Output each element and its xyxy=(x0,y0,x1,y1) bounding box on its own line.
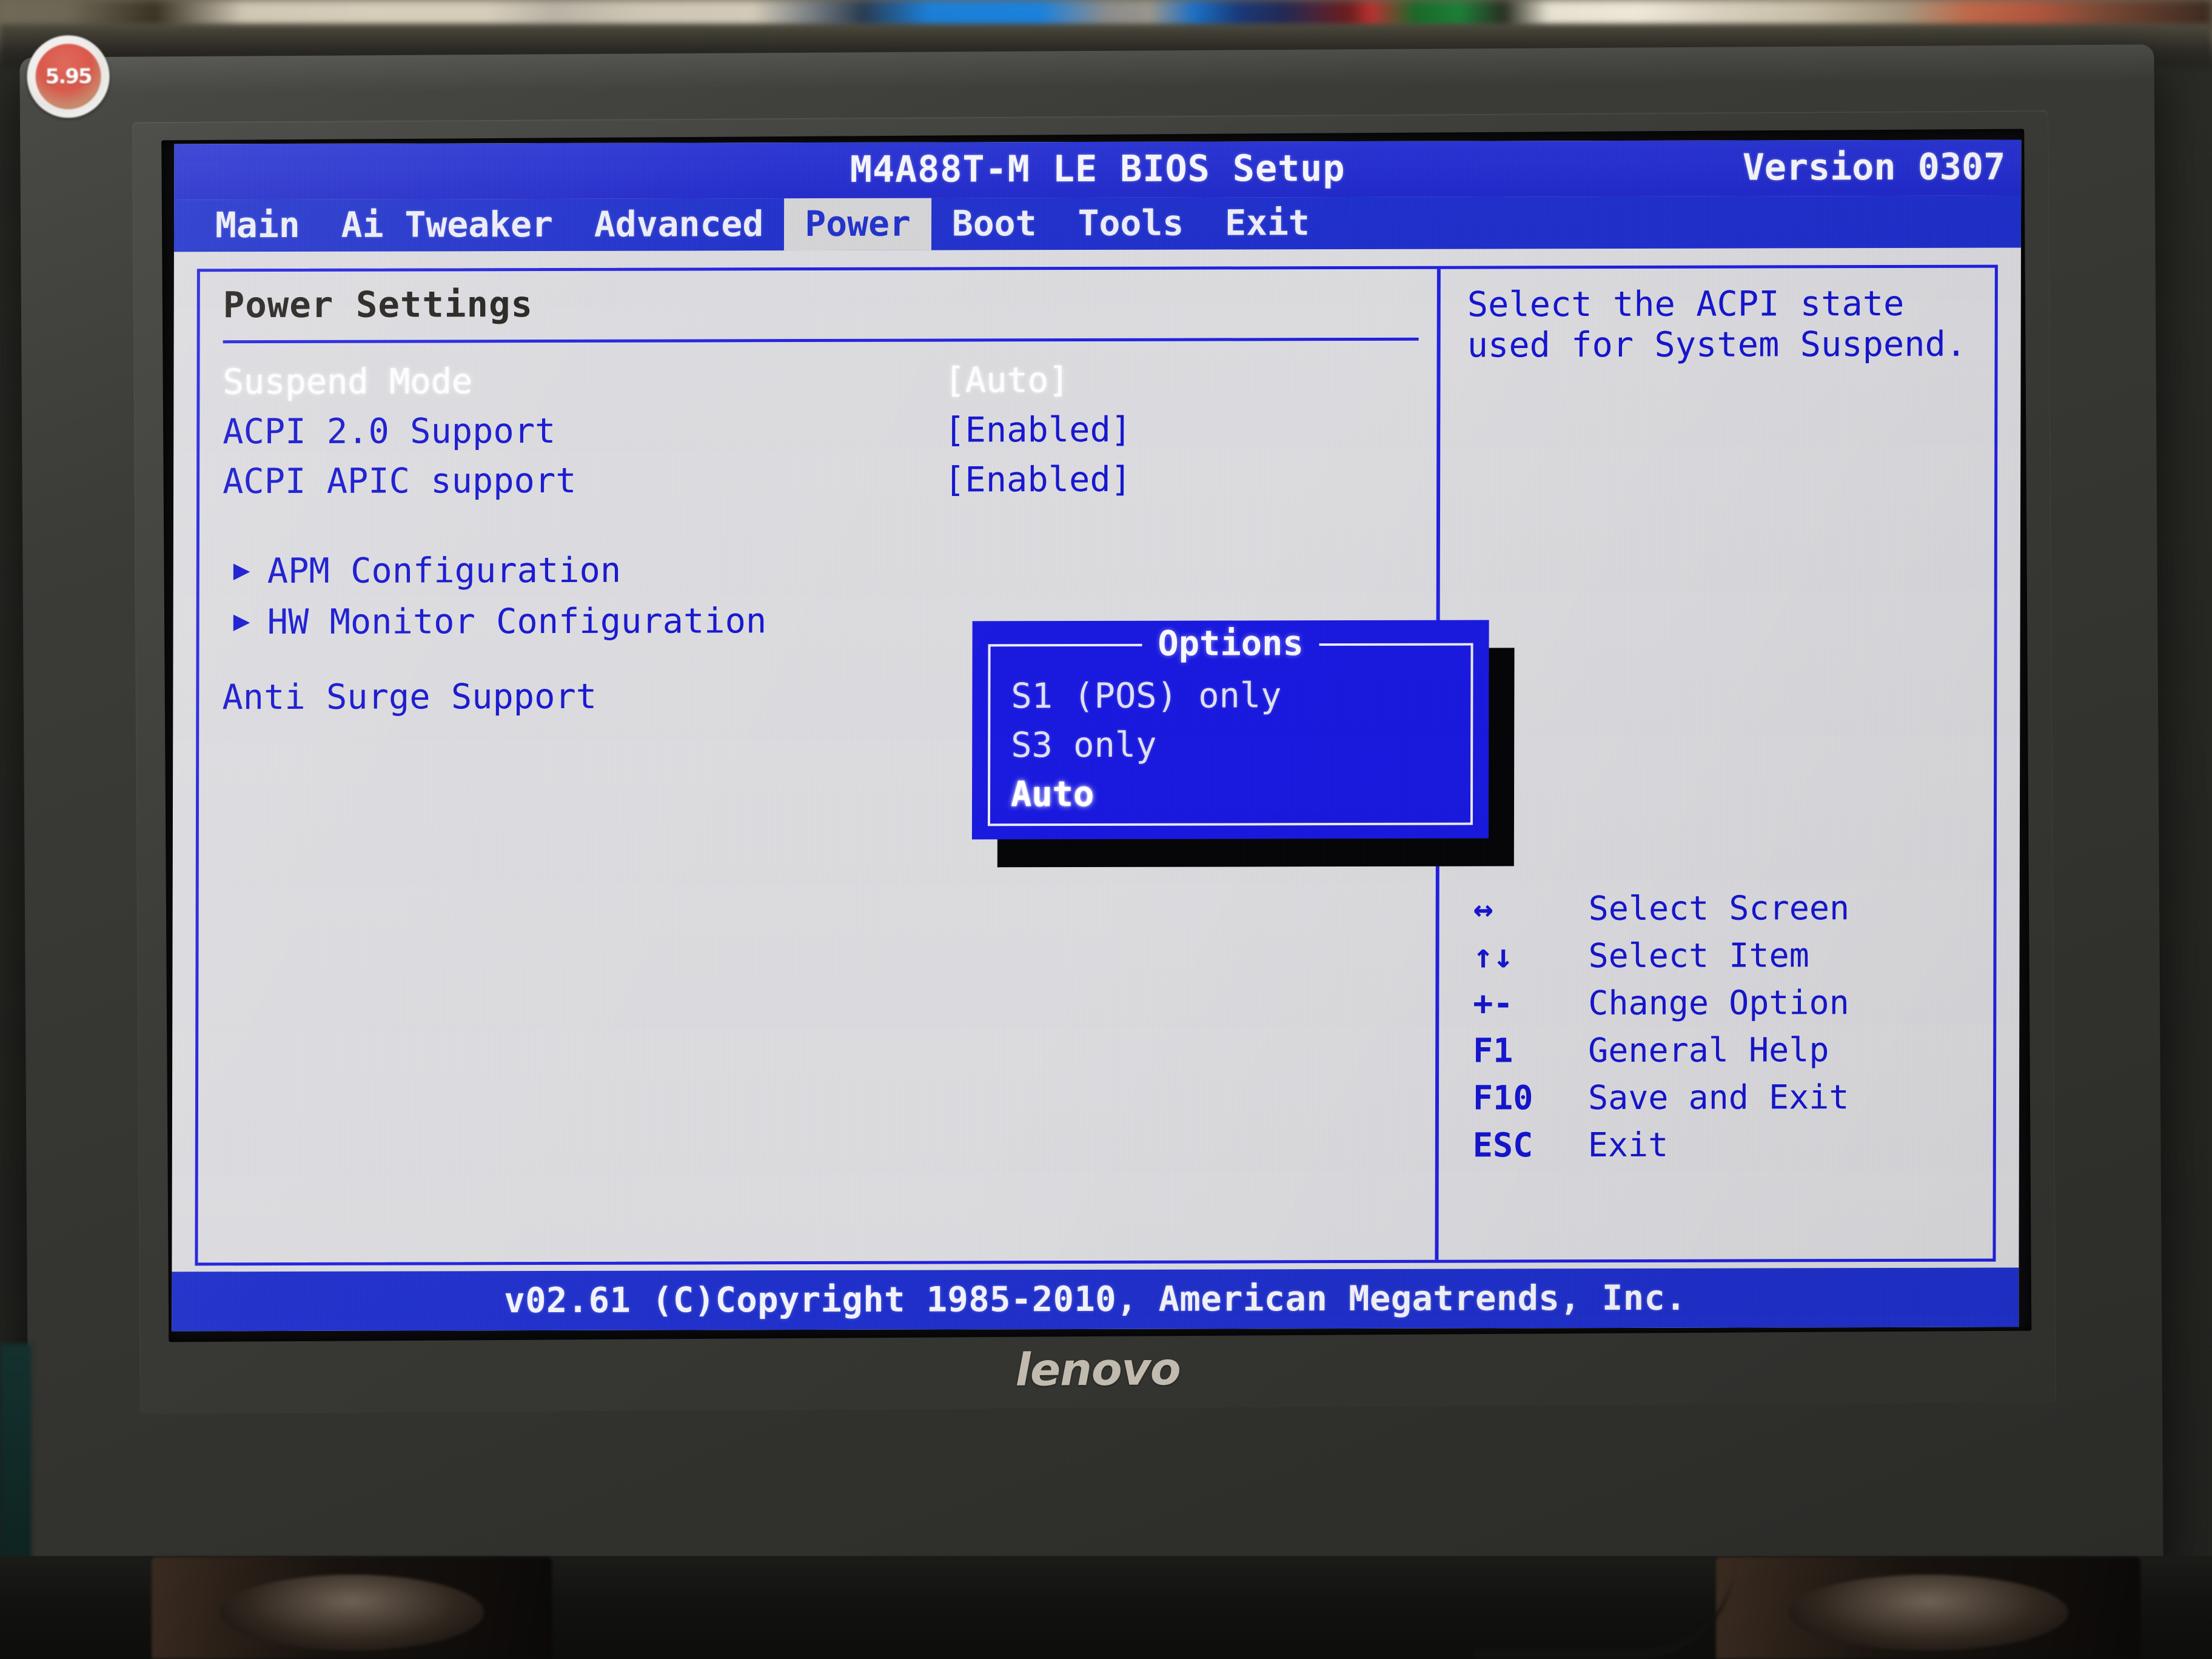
monitor-bezel: M4A88T-M LE BIOS Setup Version 0307 Main… xyxy=(132,110,2057,1414)
setting-label-suspend-mode: Suspend Mode xyxy=(223,361,473,402)
help-text: Select the ACPI state used for System Su… xyxy=(1467,283,1967,366)
key-f1: F1 xyxy=(1473,1031,1513,1070)
tab-main[interactable]: Main xyxy=(195,199,321,252)
submenu-label-hw-monitor-configuration: HW Monitor Configuration xyxy=(267,600,767,642)
triangle-right-icon: ▶ xyxy=(233,603,250,637)
bios-title-bar: M4A88T-M LE BIOS Setup Version 0307 xyxy=(174,139,2022,200)
legend-row-select-screen: ↔ Select Screen xyxy=(1473,884,1982,933)
setting-label-anti-surge-support: Anti Surge Support xyxy=(222,676,597,717)
tab-exit[interactable]: Exit xyxy=(1204,197,1330,249)
monitor-brand-logo: lenovo xyxy=(1015,1343,1181,1396)
setting-row-acpi-20-support[interactable]: ACPI 2.0 Support [Enabled] xyxy=(223,409,1418,463)
price-sticker-label: 5.95 xyxy=(35,43,101,110)
dialog-body: Options S1 (POS) only S3 only Auto xyxy=(971,620,1489,840)
tab-power[interactable]: Power xyxy=(784,198,931,251)
dialog-title: Options xyxy=(1142,623,1319,664)
submenu-label-apm-configuration: APM Configuration xyxy=(267,550,622,591)
arrows-up-down-icon: ↑↓ xyxy=(1473,936,1513,976)
page-title: Power Settings xyxy=(223,283,534,326)
legend-desc-select-screen: Select Screen xyxy=(1588,888,1850,928)
photo-scene: 5.95 M4A88T-M LE BIOS Setup Version 0307… xyxy=(0,0,2212,1659)
option-s1-pos-only[interactable]: S1 (POS) only xyxy=(1011,675,1464,728)
setting-value-acpi-20-support[interactable]: [Enabled] xyxy=(944,409,1131,450)
triangle-right-icon: ▶ xyxy=(233,552,250,586)
legend-row-exit: ESC Exit xyxy=(1473,1121,1981,1169)
setting-value-suspend-mode[interactable]: [Auto] xyxy=(944,360,1069,400)
title-divider xyxy=(223,337,1419,343)
dialog-title-wrap: Options xyxy=(990,623,1470,679)
speaker-left xyxy=(152,1557,552,1659)
bios-version: Version 0307 xyxy=(1742,146,2006,189)
bios-ui: M4A88T-M LE BIOS Setup Version 0307 Main… xyxy=(172,139,2022,1332)
tab-ai-tweaker[interactable]: Ai Tweaker xyxy=(321,199,574,252)
monitor-bezel-inner: M4A88T-M LE BIOS Setup Version 0307 Main… xyxy=(161,129,2032,1342)
tab-tools[interactable]: Tools xyxy=(1057,198,1204,250)
help-pane: Select the ACPI state used for System Su… xyxy=(1438,268,1994,1260)
key-esc: ESC xyxy=(1472,1125,1533,1165)
options-dialog[interactable]: Options S1 (POS) only S3 only Auto xyxy=(971,620,1515,868)
speaker-right xyxy=(1716,1557,2140,1659)
speaker-cone xyxy=(1788,1575,2068,1651)
option-auto[interactable]: Auto xyxy=(1011,774,1464,826)
speaker-cone xyxy=(220,1575,484,1651)
key-legend: ↔ Select Screen ↑↓ Select Item +- Change… xyxy=(1473,884,1982,1169)
legend-desc-exit: Exit xyxy=(1587,1125,1669,1164)
setting-value-acpi-apic-support[interactable]: [Enabled] xyxy=(944,459,1131,500)
legend-row-save-and-exit: F10 Save and Exit xyxy=(1473,1073,1981,1122)
legend-desc-save-and-exit: Save and Exit xyxy=(1587,1077,1849,1117)
submenu-apm-configuration[interactable]: ▶ APM Configuration xyxy=(223,550,1418,603)
legend-row-change-option: +- Change Option xyxy=(1473,979,1981,1027)
arrows-left-right-icon: ↔ xyxy=(1473,889,1493,928)
tab-advanced[interactable]: Advanced xyxy=(574,198,785,251)
setting-label-acpi-20-support: ACPI 2.0 Support xyxy=(223,411,556,452)
legend-desc-select-item: Select Item xyxy=(1588,936,1809,975)
dialog-option-list[interactable]: S1 (POS) only S3 only Auto xyxy=(1011,675,1465,826)
monitor-chassis: 5.95 M4A88T-M LE BIOS Setup Version 0307… xyxy=(19,35,2163,1574)
bios-menu-bar[interactable]: Main Ai Tweaker Advanced Power Boot Tool… xyxy=(173,195,2022,252)
legend-row-select-item: ↑↓ Select Item xyxy=(1473,931,1981,980)
setting-row-suspend-mode[interactable]: Suspend Mode [Auto] xyxy=(223,360,1418,413)
setting-label-acpi-apic-support: ACPI APIC support xyxy=(223,460,577,501)
bios-screen: M4A88T-M LE BIOS Setup Version 0307 Main… xyxy=(172,139,2022,1332)
price-sticker: 5.95 xyxy=(27,35,110,118)
plus-minus-icon: +- xyxy=(1473,984,1513,1023)
key-f10: F10 xyxy=(1472,1078,1533,1118)
bios-content-area: Power Settings Suspend Mode [Auto] ACPI … xyxy=(172,247,2021,1272)
dialog-inner-border: Options S1 (POS) only S3 only Auto xyxy=(987,623,1473,826)
option-s3-only[interactable]: S3 only xyxy=(1011,725,1464,777)
legend-desc-change-option: Change Option xyxy=(1588,982,1849,1022)
legend-row-general-help: F1 General Help xyxy=(1473,1026,1981,1074)
tab-boot[interactable]: Boot xyxy=(931,198,1057,250)
setting-row-acpi-apic-support[interactable]: ACPI APIC support [Enabled] xyxy=(223,459,1418,512)
bios-footer: v02.61 (C)Copyright 1985-2010, American … xyxy=(172,1267,2019,1332)
legend-desc-general-help: General Help xyxy=(1588,1030,1829,1070)
